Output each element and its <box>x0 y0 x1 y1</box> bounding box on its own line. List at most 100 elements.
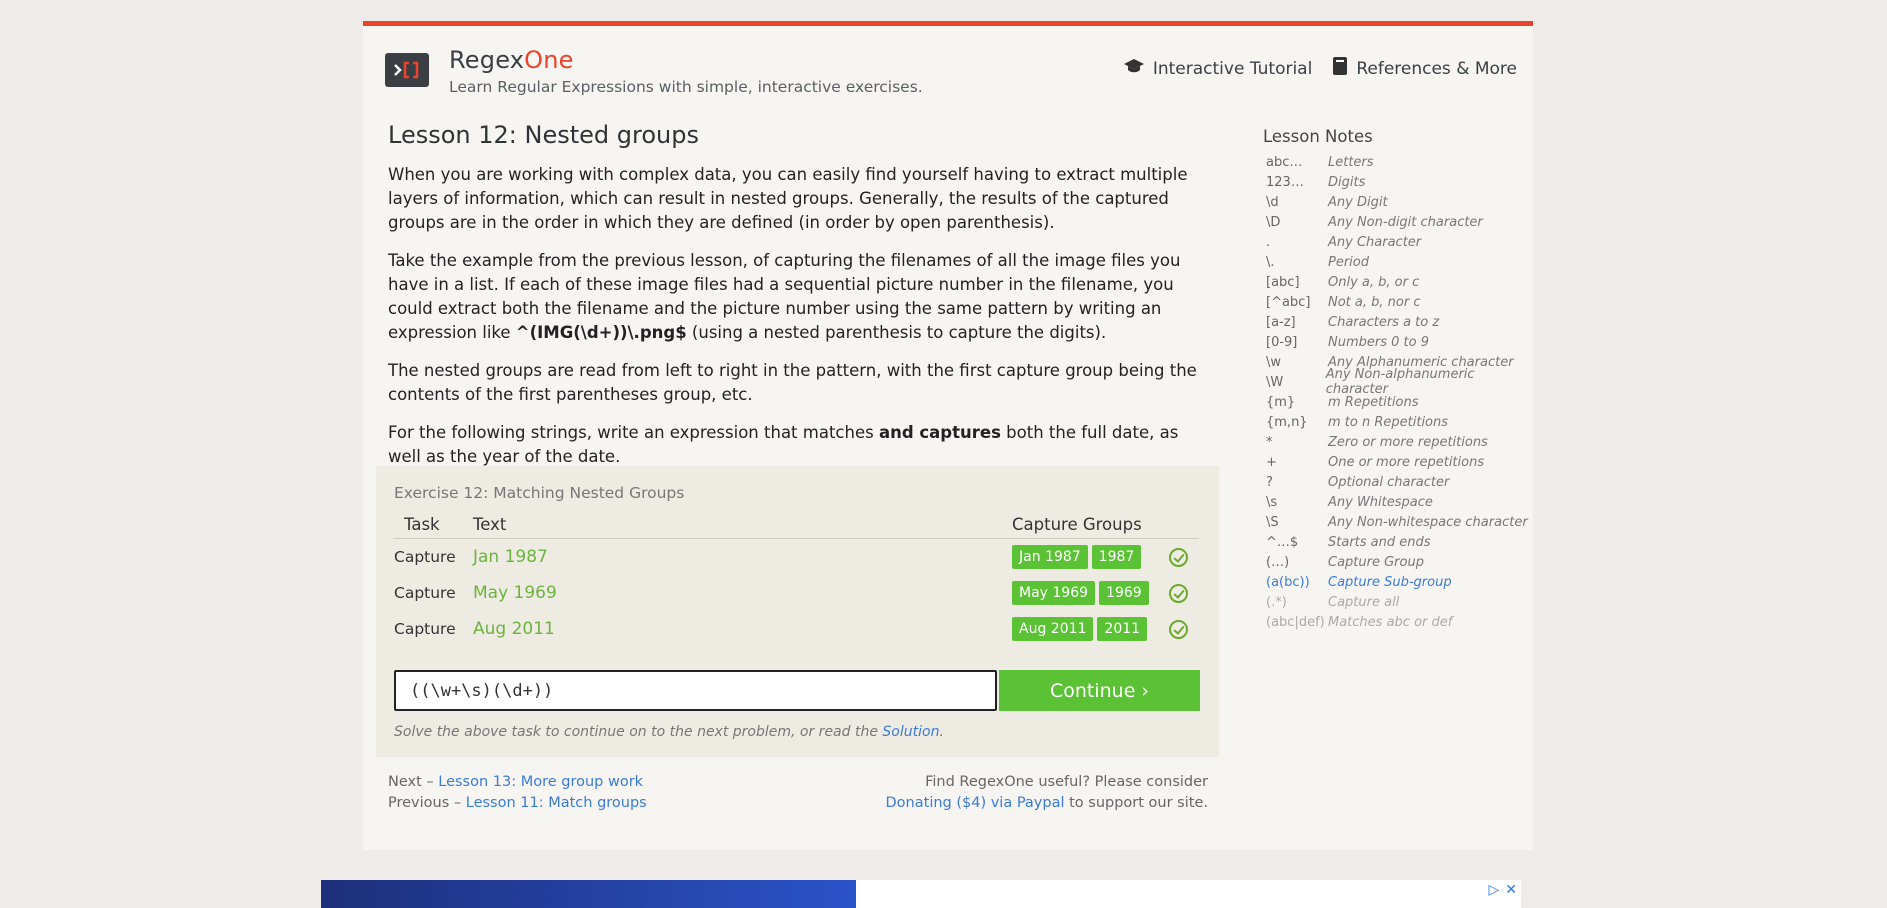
note-description: Only a, b, or c <box>1328 274 1420 290</box>
note-symbol: [^abc] <box>1266 294 1311 310</box>
next-prefix: Next – <box>388 774 439 790</box>
note-symbol: [abc] <box>1266 274 1300 290</box>
previous-lesson-link[interactable]: Lesson 11: Match groups <box>466 795 647 811</box>
note-symbol: . <box>1266 234 1271 250</box>
previous-prefix: Previous – <box>388 795 466 811</box>
ad-image[interactable] <box>321 880 856 908</box>
note-symbol: (a(bc)) <box>1266 574 1310 590</box>
exercise-row: Capture Jan 1987 Jan 1987 1987 <box>394 539 1199 575</box>
previous-lesson-line: Previous – Lesson 11: Match groups <box>388 793 647 814</box>
note-symbol: ^…$ <box>1266 534 1299 550</box>
note-description: Matches abc or def <box>1328 614 1453 630</box>
lesson-note-item: \S Any Non-whitespace character <box>1263 512 1533 532</box>
regex-input[interactable] <box>394 670 997 711</box>
note-description: Any Digit <box>1328 194 1388 210</box>
nav-references-label: References & More <box>1356 58 1517 79</box>
exercise-row: Capture Aug 2011 Aug 2011 2011 <box>394 611 1199 647</box>
note-description: Digits <box>1328 174 1366 190</box>
note-symbol: {m,n} <box>1266 414 1308 430</box>
continue-button[interactable]: Continue › <box>999 670 1200 711</box>
exercise-table: Task Text Capture Groups Capture Jan 1987… <box>394 511 1199 647</box>
lesson-note-item: \d Any Digit <box>1263 192 1533 212</box>
row-status <box>1157 619 1199 639</box>
note-symbol: {m} <box>1266 394 1296 410</box>
note-symbol: 123… <box>1266 174 1304 190</box>
row-task: Capture <box>394 584 456 602</box>
p4-bold: and captures <box>878 423 1001 442</box>
row-status <box>1157 547 1199 567</box>
lesson-notes-title: Lesson Notes <box>1263 127 1373 146</box>
row-text: Jan 1987 <box>473 547 548 567</box>
note-description: Not a, b, nor c <box>1328 294 1421 310</box>
note-description: Period <box>1328 254 1369 270</box>
capture-group-chip: 1969 <box>1099 581 1149 605</box>
p2-code-example: ^(IMG(\d+))\.png$ <box>515 323 687 342</box>
check-circle-icon <box>1168 619 1188 639</box>
note-symbol: \. <box>1266 254 1275 270</box>
lesson-note-item: ? Optional character <box>1263 472 1533 492</box>
lesson-note-item: 123… Digits <box>1263 172 1533 192</box>
note-description: Any Whitespace <box>1328 494 1433 510</box>
note-description: Letters <box>1328 154 1374 170</box>
capture-group-chip: 1987 <box>1091 545 1142 569</box>
header-capture-groups: Capture Groups <box>1012 515 1142 534</box>
exercise-hint: Solve the above task to continue on to t… <box>394 724 944 740</box>
solution-link[interactable]: Solution <box>882 724 939 740</box>
row-text: May 1969 <box>473 583 557 603</box>
note-description: Numbers 0 to 9 <box>1328 334 1429 350</box>
p2-text-after: (using a nested parenthesis to capture t… <box>686 323 1107 342</box>
donate-suffix: to support our site. <box>1064 795 1208 811</box>
advertisement-banner[interactable]: ▷ ✕ <box>321 880 1521 908</box>
lesson-note-item: [^abc] Not a, b, nor c <box>1263 292 1533 312</box>
lesson-note-item: abc… Letters <box>1263 152 1533 172</box>
lesson-note-item: {m,n} m to n Repetitions <box>1263 412 1533 432</box>
donate-line: Donating ($4) via Paypal to support our … <box>886 793 1208 814</box>
note-symbol: \D <box>1266 214 1281 230</box>
nav-interactive-tutorial-label: Interactive Tutorial <box>1152 58 1313 79</box>
graduation-cap-icon <box>1123 58 1145 79</box>
p4-text-before: For the following strings, write an expr… <box>388 423 879 442</box>
note-symbol: abc… <box>1266 154 1303 170</box>
lesson-note-item: (a(bc)) Capture Sub-group <box>1263 572 1533 592</box>
exercise-title: Exercise 12: Matching Nested Groups <box>394 484 685 502</box>
note-description: m to n Repetitions <box>1328 414 1449 430</box>
support-line: Find RegexOne useful? Please consider <box>925 774 1208 790</box>
next-lesson-link[interactable]: Lesson 13: More group work <box>438 774 643 790</box>
note-symbol: \s <box>1266 494 1278 510</box>
capture-group-chip: 2011 <box>1097 617 1148 641</box>
exercise-rows: Capture Jan 1987 Jan 1987 1987 Capture May 19… <box>394 539 1199 647</box>
exercise-table-header: Task Text Capture Groups <box>394 511 1199 539</box>
row-task: Capture <box>394 620 456 638</box>
ad-close-icon[interactable]: ✕ <box>1505 882 1517 898</box>
lesson-note-item: [a-z] Characters a to z <box>1263 312 1533 332</box>
note-symbol: \d <box>1266 194 1279 210</box>
note-symbol: (…) <box>1266 554 1290 570</box>
lesson-paragraph-2: Take the example from the previous lesso… <box>388 249 1205 345</box>
note-description: Starts and ends <box>1328 534 1431 550</box>
nav-references[interactable]: References & More <box>1332 56 1517 81</box>
note-description: Optional character <box>1328 474 1450 490</box>
ad-choices-icon[interactable]: ▷ <box>1488 882 1499 898</box>
lesson-paragraph-1: When you are working with complex data, … <box>388 165 1188 232</box>
lesson-note-item: * Zero or more repetitions <box>1263 432 1533 452</box>
lesson-title: Lesson 12: Nested groups <box>388 121 699 149</box>
note-symbol: [a-z] <box>1266 314 1296 330</box>
brand-name[interactable]: RegexOne <box>449 46 574 74</box>
regexone-logo[interactable] <box>385 53 429 87</box>
capture-group-chip: Jan 1987 <box>1012 545 1088 569</box>
note-description: Capture Group <box>1328 554 1424 570</box>
note-symbol: \W <box>1266 374 1284 390</box>
support-note: Find RegexOne useful? Please consider Do… <box>886 772 1208 814</box>
lesson-note-item: (abc|def) Matches abc or def <box>1263 612 1533 632</box>
book-icon <box>1332 56 1348 81</box>
nav-interactive-tutorial[interactable]: Interactive Tutorial <box>1123 56 1312 81</box>
next-lesson-line: Next – Lesson 13: More group work <box>388 772 647 793</box>
note-symbol: ? <box>1266 474 1273 490</box>
header-text: Text <box>473 515 507 534</box>
lesson-note-item: [0-9] Numbers 0 to 9 <box>1263 332 1533 352</box>
tagline: Learn Regular Expressions with simple, i… <box>449 78 923 96</box>
donate-link[interactable]: Donating ($4) via Paypal <box>886 795 1065 811</box>
lesson-note-item: ^…$ Starts and ends <box>1263 532 1533 552</box>
ad-controls: ▷ ✕ <box>1488 882 1517 898</box>
lesson-note-item: [abc] Only a, b, or c <box>1263 272 1533 292</box>
